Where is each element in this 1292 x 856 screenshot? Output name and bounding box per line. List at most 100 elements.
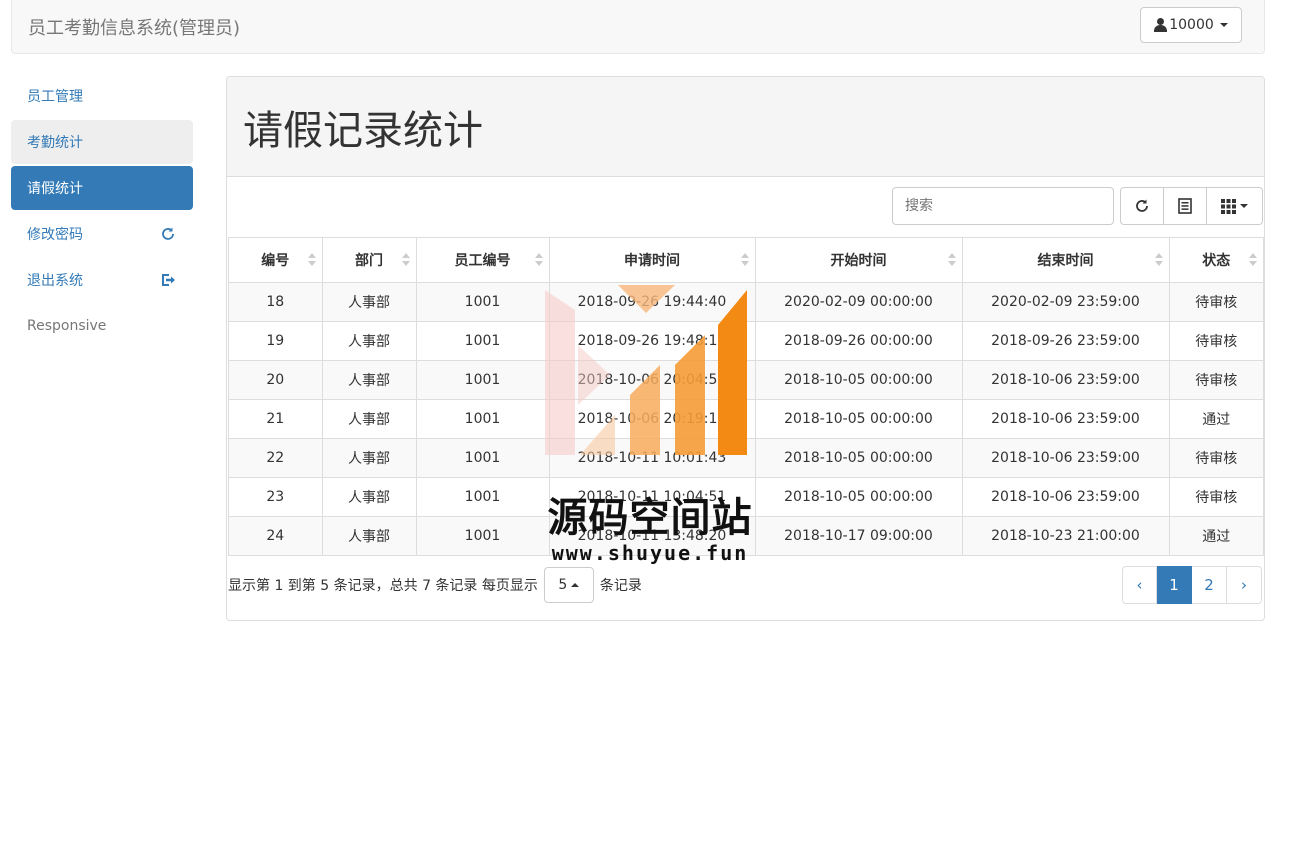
sort-icon (740, 253, 749, 267)
cell-department: 人事部 (322, 437, 417, 477)
page-next-button[interactable]: › (1227, 566, 1262, 604)
cell-department: 人事部 (322, 476, 417, 516)
chevron-down-icon (1219, 23, 1228, 27)
table-row[interactable]: 24 人事部 1001 2018-10-11 13:48:20 2018-10-… (229, 515, 1263, 555)
cell-apply-time: 2018-09-26 19:48:18 (549, 320, 756, 360)
cell-id: 19 (229, 320, 323, 360)
pagination-info-suffix: 条记录 (599, 578, 642, 594)
chevron-down-icon (1240, 204, 1248, 208)
cell-status: 通过 (1169, 398, 1263, 438)
table-row[interactable]: 20 人事部 1001 2018-10-06 20:04:57 2018-10-… (229, 359, 1263, 399)
cell-start-time: 2018-09-26 00:00:00 (755, 320, 963, 360)
toggle-view-icon (1178, 198, 1192, 214)
column-header-end-time[interactable]: 结束时间 (962, 238, 1170, 283)
cell-id: 24 (229, 515, 323, 555)
cell-end-time: 2018-10-23 21:00:00 (962, 515, 1170, 555)
sort-icon (401, 253, 410, 267)
refresh-icon (160, 226, 176, 242)
cell-apply-time: 2018-10-06 20:19:17 (549, 398, 756, 438)
toolbar-button-group (1120, 187, 1263, 225)
cell-id: 22 (229, 437, 323, 477)
cell-id: 20 (229, 359, 323, 399)
chevron-up-icon (571, 583, 580, 587)
sort-icon (1154, 253, 1163, 267)
cell-apply-time: 2018-10-11 13:48:20 (549, 515, 756, 555)
sort-icon (947, 253, 956, 267)
cell-employee-id: 1001 (416, 437, 550, 477)
cell-department: 人事部 (322, 281, 417, 321)
cell-start-time: 2018-10-17 09:00:00 (755, 515, 963, 555)
sort-icon (307, 253, 316, 267)
cell-end-time: 2018-10-06 23:59:00 (962, 476, 1170, 516)
column-header-start-time[interactable]: 开始时间 (755, 238, 963, 283)
sidebar-item-label: 员工管理 (27, 89, 83, 105)
sidebar-item-logout[interactable]: 退出系统 (11, 258, 193, 302)
table-header-row: 编号 部门 员工编号 申请时间 开始时间 结束时间 状态 (229, 238, 1263, 283)
cell-department: 人事部 (322, 359, 417, 399)
cell-end-time: 2018-10-06 23:59:00 (962, 359, 1170, 399)
page-2-button[interactable]: 2 (1192, 566, 1227, 604)
cell-start-time: 2018-10-05 00:00:00 (755, 359, 963, 399)
page-1-button[interactable]: 1 (1157, 566, 1192, 604)
column-header-id[interactable]: 编号 (229, 238, 323, 283)
page-size-dropdown[interactable]: 5 (543, 567, 594, 603)
logout-icon (160, 272, 176, 288)
table-row[interactable]: 21 人事部 1001 2018-10-06 20:19:17 2018-10-… (229, 398, 1263, 438)
table-row[interactable]: 22 人事部 1001 2018-10-11 10:01:43 2018-10-… (229, 437, 1263, 477)
columns-button[interactable] (1207, 187, 1263, 225)
table-row[interactable]: 19 人事部 1001 2018-09-26 19:48:18 2018-09-… (229, 320, 1263, 360)
cell-start-time: 2018-10-05 00:00:00 (755, 476, 963, 516)
sidebar-item-employee-management[interactable]: 员工管理 (11, 74, 193, 118)
user-label: 10000 (1169, 17, 1214, 33)
user-menu-button[interactable]: 10000 (1140, 7, 1242, 43)
refresh-button[interactable] (1120, 187, 1164, 225)
sidebar-item-leave-stats[interactable]: 请假统计 (11, 166, 193, 210)
pagination-info-text: 显示第 1 到第 5 条记录，总共 7 条记录 每页显示 (228, 578, 538, 594)
column-header-apply-time[interactable]: 申请时间 (549, 238, 756, 283)
refresh-icon (1136, 199, 1148, 212)
cell-employee-id: 1001 (416, 398, 550, 438)
main-panel: 请假记录统计 编号 部门 员工编号 申请时间 (226, 76, 1265, 621)
sidebar-item-label: 考勤统计 (27, 135, 83, 151)
cell-status: 待审核 (1169, 281, 1263, 321)
cell-start-time: 2018-10-05 00:00:00 (755, 398, 963, 438)
sort-icon (1249, 253, 1257, 267)
table-row[interactable]: 23 人事部 1001 2018-10-11 10:04:51 2018-10-… (229, 476, 1263, 516)
cell-status: 待审核 (1169, 476, 1263, 516)
cell-status: 待审核 (1169, 359, 1263, 399)
cell-employee-id: 1001 (416, 515, 550, 555)
cell-id: 18 (229, 281, 323, 321)
toggle-view-button[interactable] (1164, 187, 1207, 225)
cell-employee-id: 1001 (416, 476, 550, 516)
app-title[interactable]: 员工考勤信息系统(管理员) (28, 14, 240, 40)
user-icon (1154, 18, 1168, 32)
pagination: ‹ 1 2 › (1122, 566, 1262, 604)
cell-apply-time: 2018-10-11 10:04:51 (549, 476, 756, 516)
sidebar-item-label: 请假统计 (27, 181, 83, 197)
table-row[interactable]: 18 人事部 1001 2018-09-26 19:44:40 2020-02-… (229, 281, 1263, 321)
cell-department: 人事部 (322, 398, 417, 438)
cell-end-time: 2018-10-06 23:59:00 (962, 398, 1170, 438)
cell-status: 待审核 (1169, 437, 1263, 477)
page-prev-button[interactable]: ‹ (1122, 566, 1157, 604)
cell-employee-id: 1001 (416, 320, 550, 360)
cell-apply-time: 2018-10-06 20:04:57 (549, 359, 756, 399)
cell-end-time: 2018-09-26 23:59:00 (962, 320, 1170, 360)
page-size-value: 5 (558, 577, 568, 593)
cell-status: 待审核 (1169, 320, 1263, 360)
column-header-department[interactable]: 部门 (322, 238, 417, 283)
cell-end-time: 2020-02-09 23:59:00 (962, 281, 1170, 321)
column-header-employee-id[interactable]: 员工编号 (416, 238, 550, 283)
cell-department: 人事部 (322, 515, 417, 555)
sidebar-item-change-password[interactable]: 修改密码 (11, 212, 193, 256)
cell-start-time: 2020-02-09 00:00:00 (755, 281, 963, 321)
search-input[interactable] (892, 187, 1114, 225)
sidebar-item-attendance-stats[interactable]: 考勤统计 (11, 120, 193, 164)
cell-apply-time: 2018-09-26 19:44:40 (549, 281, 756, 321)
cell-id: 21 (229, 398, 323, 438)
cell-employee-id: 1001 (416, 359, 550, 399)
sidebar-item-responsive[interactable]: Responsive (11, 304, 193, 348)
cell-employee-id: 1001 (416, 281, 550, 321)
sort-icon (534, 253, 543, 267)
column-header-status[interactable]: 状态 (1169, 238, 1263, 283)
